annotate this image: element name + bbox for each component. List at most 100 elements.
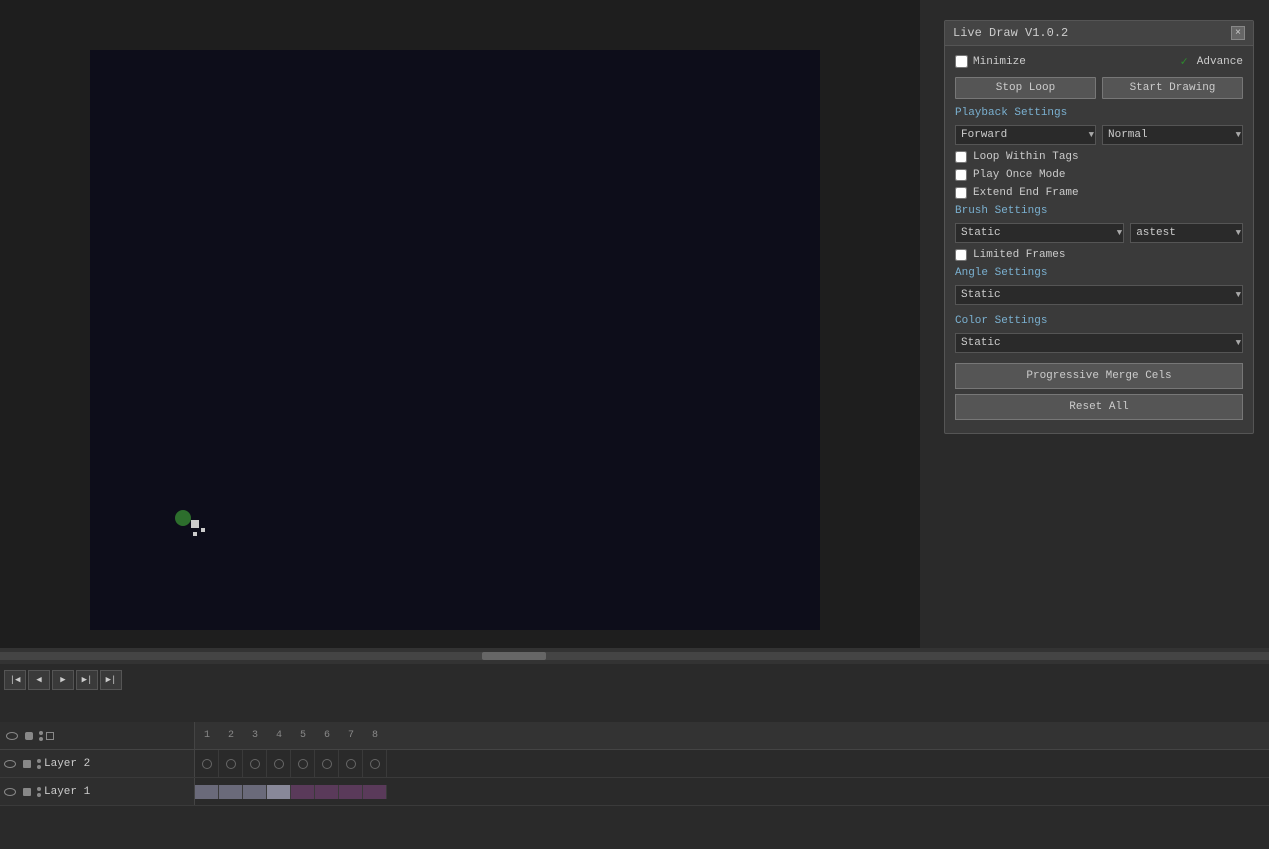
playback-direction-select[interactable]: Forward — [955, 125, 1096, 145]
prev-frame-button[interactable]: ◀ — [28, 670, 50, 690]
color-type-wrapper: Static ▼ — [955, 333, 1243, 353]
close-button[interactable]: × — [1231, 26, 1245, 40]
panel-title: Live Draw V1.0.2 — [953, 26, 1068, 40]
play-button[interactable]: ▶ — [52, 670, 74, 690]
layer-1-info: Layer 1 — [0, 778, 195, 805]
layer-2-frame-3[interactable] — [243, 750, 267, 777]
minimize-checkbox[interactable] — [955, 55, 968, 68]
limited-frames-row: Limited Frames — [955, 249, 1243, 261]
go-to-end-button[interactable]: ▶| — [100, 670, 122, 690]
next-frame-button[interactable]: ▶| — [76, 670, 98, 690]
layer-1-frame-2[interactable] — [219, 785, 243, 799]
square-header-icon — [46, 732, 54, 740]
live-draw-panel: Live Draw V1.0.2 × Minimize ✓ Advance St… — [944, 20, 1254, 434]
frame-num-8: 8 — [363, 730, 387, 741]
layer-1-frames[interactable] — [195, 778, 1269, 805]
brush-dropdowns-row: Static ▼ astest ▼ — [955, 223, 1243, 243]
advance-checkmark: ✓ — [1181, 54, 1188, 69]
go-to-start-button[interactable]: |◀ — [4, 670, 26, 690]
brush-type-select[interactable]: Static — [955, 223, 1124, 243]
frame-num-7: 7 — [339, 730, 363, 741]
layer-2-frame-8[interactable] — [363, 750, 387, 777]
angle-type-wrapper: Static ▼ — [955, 285, 1243, 305]
brush-settings-header: Brush Settings — [955, 205, 1243, 217]
visibility-header-icon — [5, 729, 19, 743]
limited-frames-label: Limited Frames — [973, 249, 1065, 261]
horizontal-scrollbar[interactable] — [0, 648, 1269, 664]
layer-2-frame-5[interactable] — [291, 750, 315, 777]
frame-num-1: 1 — [195, 730, 219, 741]
playback-dropdowns-row: Forward ▼ Normal ▼ — [955, 125, 1243, 145]
layer-1-frame-5[interactable] — [291, 785, 315, 799]
playback-settings-header: Playback Settings — [955, 107, 1243, 119]
lock-header-icon — [22, 729, 36, 743]
layer-2-visibility[interactable] — [3, 757, 17, 771]
frame-num-6: 6 — [315, 730, 339, 741]
layer-controls-header — [0, 722, 195, 749]
layer-2-frame-6[interactable] — [315, 750, 339, 777]
reset-all-button[interactable]: Reset All — [955, 394, 1243, 420]
loop-within-tags-checkbox[interactable] — [955, 151, 967, 163]
minimize-label: Minimize — [973, 56, 1026, 68]
layer-2-frame-1[interactable] — [195, 750, 219, 777]
layer-2-frame-7[interactable] — [339, 750, 363, 777]
scrollbar-track — [0, 652, 1269, 660]
direction-dropdown-wrapper: Forward ▼ — [955, 125, 1096, 145]
play-once-mode-label: Play Once Mode — [973, 169, 1065, 181]
extend-end-frame-row: Extend End Frame — [955, 187, 1243, 199]
main-canvas-area — [0, 0, 920, 660]
start-drawing-button[interactable]: Start Drawing — [1102, 77, 1243, 99]
loop-within-tags-label: Loop Within Tags — [973, 151, 1079, 163]
layer-2-info: Layer 2 — [0, 750, 195, 777]
speed-dropdown-wrapper: Normal ▼ — [1102, 125, 1243, 145]
brush-preset-select[interactable]: astest — [1130, 223, 1243, 243]
layer-2-type-icon — [37, 759, 41, 769]
angle-settings-header: Angle Settings — [955, 267, 1243, 279]
frame-numbers-row: 1 2 3 4 5 6 7 8 — [195, 730, 1269, 741]
layer-1-visibility[interactable] — [3, 785, 17, 799]
color-type-select[interactable]: Static — [955, 333, 1243, 353]
layer-1-frame-3[interactable] — [243, 785, 267, 799]
stop-loop-button[interactable]: Stop Loop — [955, 77, 1096, 99]
angle-type-select[interactable]: Static — [955, 285, 1243, 305]
color-settings-header: Color Settings — [955, 315, 1243, 327]
progressive-merge-button[interactable]: Progressive Merge Cels — [955, 363, 1243, 389]
action-buttons-row: Stop Loop Start Drawing — [955, 77, 1243, 99]
advance-label: Advance — [1197, 56, 1243, 68]
layer-2-frame-2[interactable] — [219, 750, 243, 777]
layer-2-row: Layer 2 — [0, 750, 1269, 778]
layer-2-frame-4[interactable] — [267, 750, 291, 777]
transport-controls: |◀ ◀ ▶ ▶| ▶| — [0, 666, 200, 694]
playback-speed-select[interactable]: Normal — [1102, 125, 1243, 145]
extend-end-frame-label: Extend End Frame — [973, 187, 1079, 199]
minimize-row: Minimize — [955, 54, 1026, 69]
layer-1-frame-8[interactable] — [363, 785, 387, 799]
extend-end-frame-checkbox[interactable] — [955, 187, 967, 199]
layer-1-lock[interactable] — [20, 785, 34, 799]
panel-body: Minimize ✓ Advance Stop Loop Start Drawi… — [945, 46, 1253, 433]
frame-num-5: 5 — [291, 730, 315, 741]
layer-1-name: Layer 1 — [44, 786, 90, 798]
limited-frames-checkbox[interactable] — [955, 249, 967, 261]
frame-num-3: 3 — [243, 730, 267, 741]
top-row: Minimize ✓ Advance — [955, 54, 1243, 69]
layer-1-type-icon — [37, 787, 41, 797]
play-once-mode-checkbox[interactable] — [955, 169, 967, 181]
layer-2-lock[interactable] — [20, 757, 34, 771]
layer-1-frame-6[interactable] — [315, 785, 339, 799]
layer-panel: |◀ ◀ ▶ ▶| ▶| 1 2 3 4 5 6 7 8 — [0, 694, 1269, 849]
frame-num-2: 2 — [219, 730, 243, 741]
timeline-header-row: 1 2 3 4 5 6 7 8 — [0, 722, 1269, 750]
layer-1-row: Layer 1 — [0, 778, 1269, 806]
advance-row: ✓ Advance — [1181, 54, 1243, 69]
frame-num-4: 4 — [267, 730, 291, 741]
canvas-viewport[interactable] — [90, 50, 820, 630]
layer-1-frame-4[interactable] — [267, 785, 291, 799]
panel-titlebar: Live Draw V1.0.2 × — [945, 21, 1253, 46]
layer-2-frames[interactable] — [195, 750, 1269, 777]
layer-1-frame-1[interactable] — [195, 785, 219, 799]
scrollbar-thumb[interactable] — [482, 652, 545, 660]
play-once-mode-row: Play Once Mode — [955, 169, 1243, 181]
layer-1-frame-7[interactable] — [339, 785, 363, 799]
brush-type-wrapper: Static ▼ — [955, 223, 1124, 243]
